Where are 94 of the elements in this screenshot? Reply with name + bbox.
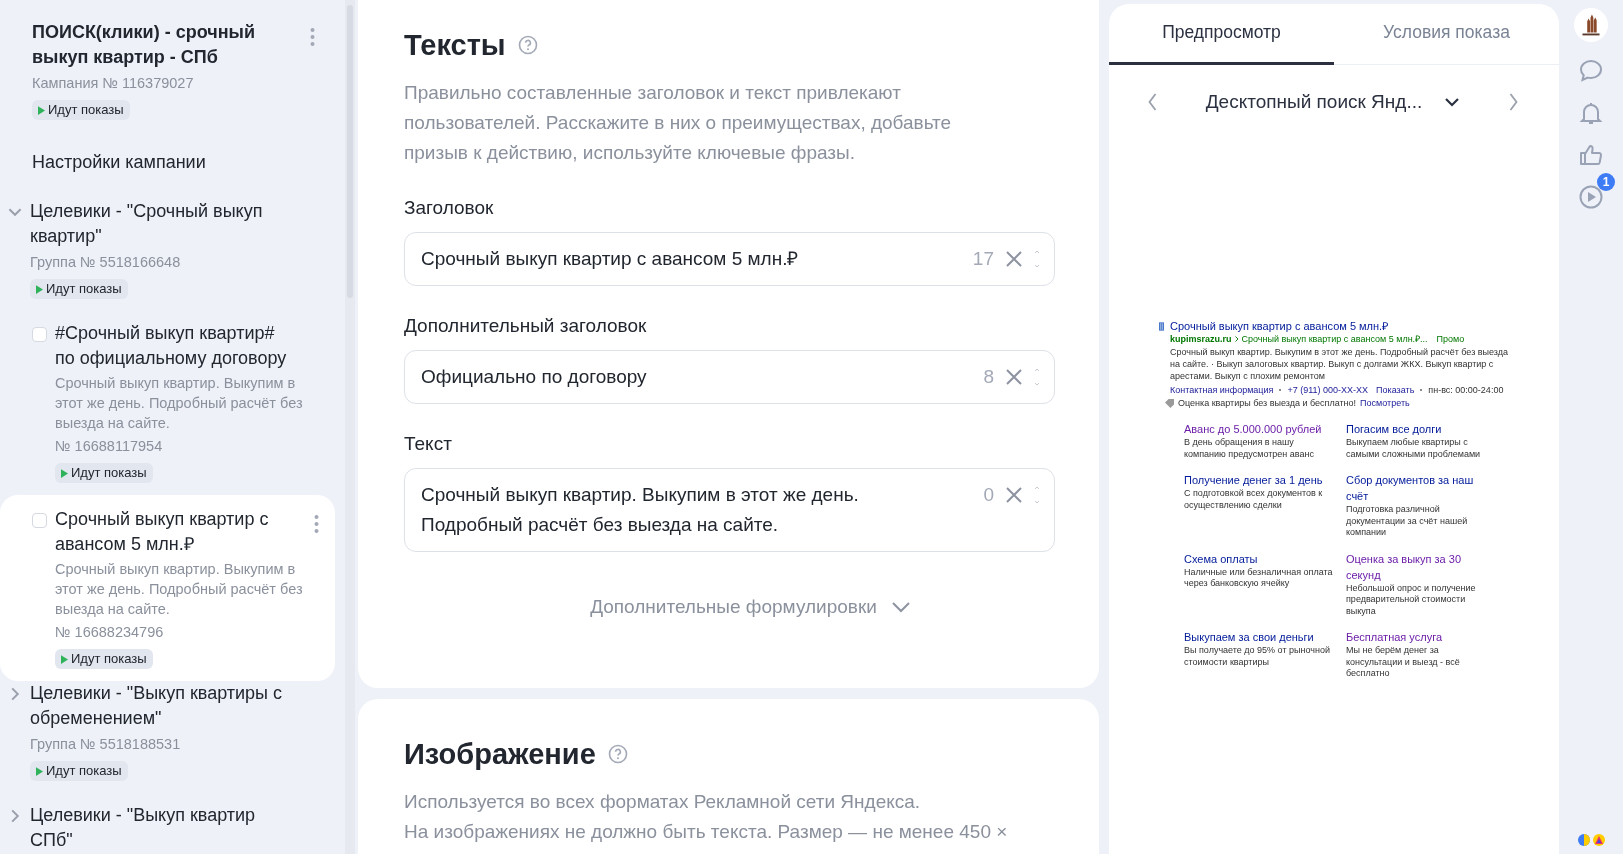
selected-ad-card[interactable]: Срочный выкуп квартир с авансом 5 млн.₽ Срочный выкуп квартир. Выкупим в этот же день. Подробный расчёт без выезда на сайте. № 16688234796 Идут показы xyxy=(0,495,335,681)
ad-title[interactable]: Срочный выкуп квартир с авансом 5 млн.₽ xyxy=(55,507,306,557)
sitelink[interactable]: Бесплатная услуга xyxy=(1346,629,1442,645)
bell-icon[interactable] xyxy=(1578,100,1604,126)
campaign-number: Кампания № 116379027 xyxy=(32,74,194,93)
thumbs-up-icon[interactable] xyxy=(1578,142,1604,168)
clear-icon[interactable] xyxy=(1004,367,1024,387)
text-field[interactable]: Срочный выкуп квартир с авансом 5 млн.₽ 17 xyxy=(404,232,1055,286)
field-value: Официально по договору xyxy=(421,365,648,389)
promo-label: Промо xyxy=(1436,333,1465,345)
character-counter: 8 xyxy=(983,365,994,389)
field-label: Заголовок xyxy=(404,196,495,220)
previous-icon[interactable] xyxy=(1147,93,1158,111)
section-description: Используется во всех форматах Рекламной сети Яндекса. xyxy=(404,790,922,814)
character-counter: 0 xyxy=(983,483,994,507)
sitelink[interactable]: Выкупаем за свои деньги xyxy=(1184,629,1314,645)
sitelink-description: Небольшой опрос и получение предварительной стоимости выкупа xyxy=(1346,582,1477,617)
sitelink-description: Вы получаете до 95% от рыночной стоимости квартиры xyxy=(1184,645,1331,668)
sitelink-description: Подготовка различной документации за счёт нашей компании xyxy=(1346,504,1469,539)
section-title: Изображение xyxy=(404,737,596,772)
help-icon[interactable] xyxy=(607,744,628,764)
ad-text: Срочный выкуп квартир. Выкупим в этот же день. Подробный расчёт без выезда на сайте. xyxy=(55,560,304,619)
chevron-down-icon[interactable] xyxy=(1444,97,1461,107)
callout-link[interactable]: Посмотреть xyxy=(1360,397,1410,409)
play-icon xyxy=(61,468,68,478)
text-field[interactable]: Официально по договору 8 xyxy=(404,350,1055,404)
clear-icon[interactable] xyxy=(1004,249,1024,269)
contact-hours: пн-вс: 00:00-24:00 xyxy=(1428,384,1504,396)
sitelink[interactable]: Схема оплаты xyxy=(1184,550,1258,567)
field-label: Дополнительный заголовок xyxy=(404,314,648,338)
chat-icon[interactable] xyxy=(1578,58,1604,84)
play-icon[interactable] xyxy=(1578,184,1604,210)
ad-number: № 16688234796 xyxy=(55,623,164,642)
play-icon xyxy=(38,105,45,115)
ad-domain[interactable]: kupimsrazu.ru xyxy=(1170,333,1232,345)
text-field[interactable]: Срочный выкуп квартир. Выкупим в этот же день. Подробный расчёт без выезда на сайте. 0 xyxy=(404,468,1055,552)
tab[interactable]: Предпросмотр xyxy=(1109,4,1334,65)
callout-text: Оценка квартиры без выезда и бесплатно! xyxy=(1178,397,1357,409)
field-value: Срочный выкуп квартир. Выкупим в этот же день. Подробный расчёт без выезда на сайте. xyxy=(421,483,860,537)
breadcrumb-icon xyxy=(1234,336,1239,342)
status-label: Идут показы xyxy=(48,101,124,119)
ad-title-link[interactable]: Срочный выкуп квартир с авансом 5 млн.₽ xyxy=(1170,319,1389,333)
checkbox[interactable] xyxy=(32,513,47,528)
ad-title[interactable]: #Срочный выкуп квартир# по официальному договору xyxy=(55,321,306,371)
group-title[interactable]: Целевики - "Выкуп квартир СПб" xyxy=(30,803,285,853)
logo-icon[interactable] xyxy=(1574,8,1608,42)
checkbox[interactable] xyxy=(32,327,47,342)
status-label: Идут показы xyxy=(71,464,147,482)
sitelink-description: В день обращения в нашу компанию предусмотрен аванс xyxy=(1184,437,1315,460)
help-icon[interactable] xyxy=(517,35,538,55)
play-icon xyxy=(36,766,43,776)
ad-number: № 16688117954 xyxy=(55,437,163,456)
sitelink[interactable]: Погасим все долги xyxy=(1346,421,1442,437)
campaign-title[interactable]: ПОИСК(клики) - срочный выкуп квартир - СПб xyxy=(32,20,302,70)
next-icon[interactable] xyxy=(1508,93,1519,111)
sitelink-description: С подготовкой всех документов к осуществлению сделки xyxy=(1184,488,1324,511)
contact-link[interactable]: +7 (911) 000-XX-XX xyxy=(1287,384,1369,396)
play-icon xyxy=(61,654,68,664)
tag-icon xyxy=(1165,398,1174,408)
group-title[interactable]: Целевики - "Срочный выкуп квартир" xyxy=(30,199,285,249)
contact-link[interactable]: Показать xyxy=(1376,384,1415,396)
sitelink[interactable]: Сбор документов за наш счёт xyxy=(1346,472,1496,504)
favicon-icon xyxy=(1159,321,1164,331)
app-icon[interactable] xyxy=(1592,834,1605,846)
notification-badge: 1 xyxy=(1597,173,1615,191)
sitelink-description: Выкупаем любые квартиры с самыми сложными проблемами xyxy=(1346,437,1482,460)
contact-link[interactable]: Контактная информация xyxy=(1170,384,1274,396)
sitelink[interactable]: Получение денег за 1 день xyxy=(1184,472,1323,488)
section-description: На изображениях не должно быть текста. Размер — не менее 450 × xyxy=(404,820,1009,844)
sitelink-description: Наличные или безналичная оплата через банковскую ячейку xyxy=(1184,566,1334,590)
status-label: Идут показы xyxy=(46,280,122,298)
field-label: Текст xyxy=(404,432,453,456)
play-icon xyxy=(36,284,43,294)
group-number: Группа № 5518188531 xyxy=(30,735,181,754)
sitelink[interactable]: Аванс до 5.000.000 рублей xyxy=(1184,421,1322,437)
tab[interactable]: Условия показа xyxy=(1334,4,1559,65)
settings-link[interactable]: Настройки кампании xyxy=(32,150,206,175)
group-number: Группа № 5518166648 xyxy=(30,253,181,272)
ad-text: Срочный выкуп квартир. Выкупим в этот же день. Подробный расчёт без выезда на сайте. xyxy=(55,374,304,433)
field-value: Срочный выкуп квартир с авансом 5 млн.₽ xyxy=(421,247,800,271)
clear-icon[interactable] xyxy=(1004,485,1024,505)
section-title: Тексты xyxy=(404,28,506,63)
more-icon[interactable] xyxy=(310,28,315,46)
status-label: Идут показы xyxy=(71,650,147,668)
status-label: Идут показы xyxy=(46,762,122,780)
more-icon[interactable] xyxy=(314,515,319,533)
sitelink[interactable]: Оценка за выкуп за 30 секунд xyxy=(1346,550,1496,583)
character-counter: 17 xyxy=(972,247,994,271)
sitelink-description: Мы не берём денег за консультации и выезд - всё бесплатно xyxy=(1346,645,1461,680)
section-description: Правильно составленные заголовок и текст привлекают пользователей. Расскажите в них о преимуществах, добавьте призыв к действию, используйте ключевые фразы. xyxy=(404,81,953,165)
app-icon[interactable] xyxy=(1577,834,1590,846)
group-title[interactable]: Целевики - "Выкуп квартиры с обременением" xyxy=(30,681,285,731)
ad-path[interactable]: Срочный выкуп квартир с авансом 5 млн.₽... xyxy=(1241,333,1428,345)
device-dropdown[interactable]: Десктопный поиск Янд... xyxy=(1205,91,1461,113)
